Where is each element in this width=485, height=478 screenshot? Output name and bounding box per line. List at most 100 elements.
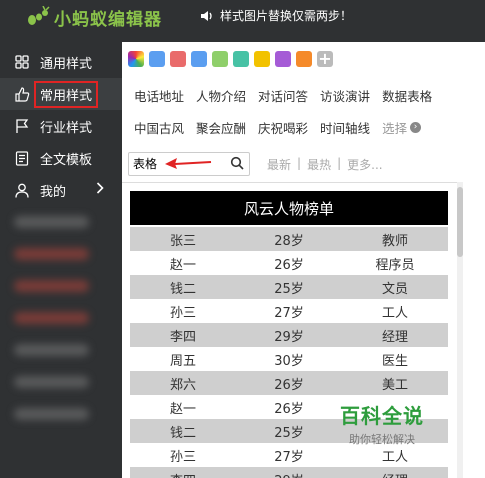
add-color-icon[interactable]: +: [317, 51, 333, 67]
blurred-item: [0, 206, 122, 238]
watermark-title: 百科全说: [340, 404, 424, 428]
table-cell: 钱二: [169, 425, 196, 441]
table-cell: 郑六: [169, 377, 196, 393]
select-more-button[interactable]: 选择 ›: [382, 118, 422, 137]
category-tabs-row-1: 电话地址 人物介绍 对话问答 访谈演讲 数据表格: [134, 86, 479, 105]
table-cell: 李四: [130, 470, 236, 478]
table-row: 张三 28岁 教师: [130, 227, 448, 251]
app-logo[interactable]: 小蚂蚁编辑器: [26, 5, 162, 30]
table-row: 李四 29岁 经理: [130, 323, 448, 347]
color-swatch[interactable]: [191, 51, 207, 67]
tab-category[interactable]: 电话地址: [134, 86, 184, 105]
color-picker-swatch[interactable]: [128, 51, 144, 67]
table-cell: 26岁: [274, 257, 304, 273]
color-swatch[interactable]: [254, 51, 270, 67]
flag-icon: [14, 118, 30, 134]
table-cell: 工人: [381, 305, 408, 321]
sidebar-item-label: 通用样式: [40, 56, 93, 72]
blurred-item: [0, 238, 122, 270]
tab-category[interactable]: 中国古风: [134, 118, 184, 137]
table-cell: 30岁: [274, 353, 304, 369]
table-cell: 25岁: [274, 425, 304, 441]
notice-banner[interactable]: 样式图片替换仅需两步！: [200, 7, 352, 24]
thumbs-up-icon: [14, 86, 30, 102]
table-cell: 25岁: [274, 281, 304, 297]
top-bar: 小蚂蚁编辑器 样式图片替换仅需两步！: [0, 0, 485, 33]
sidebar: 通用样式 常用样式 行业样式 全文模板 我的: [0, 46, 122, 430]
sidebar-item-label: 常用样式: [34, 80, 99, 108]
watermark: 百科全说 助你轻松解决: [340, 400, 424, 447]
document-icon: [14, 150, 30, 166]
table-row: 孙三 27岁 工人: [130, 299, 448, 323]
search-icon[interactable]: [230, 156, 244, 173]
table-cell: 孙三: [169, 305, 196, 321]
sidebar-item-industry-styles[interactable]: 行业样式: [0, 110, 122, 142]
tab-category[interactable]: 时间轴线: [320, 118, 370, 137]
table-cell: 美工: [381, 377, 408, 393]
tab-category[interactable]: 人物介绍: [196, 86, 246, 105]
sidebar-item-label: 全文模板: [40, 152, 93, 168]
blurred-item: [0, 366, 122, 398]
sort-hottest-link[interactable]: 最热: [307, 156, 331, 173]
table-cell: 李四: [169, 329, 196, 345]
tab-category[interactable]: 庆祝喝彩: [258, 118, 308, 137]
table-cell: 29岁: [274, 329, 304, 345]
arrow-circle-icon: ›: [410, 122, 422, 133]
speaker-icon: [201, 10, 212, 21]
table-row: 李四29岁经理: [130, 467, 448, 478]
sidebar-item-mine[interactable]: 我的: [0, 174, 122, 206]
table-cell: 程序员: [375, 257, 415, 273]
table-cell: 工人: [381, 449, 408, 465]
table-cell: 赵一: [169, 401, 196, 417]
blurred-item: [0, 302, 122, 334]
color-swatch[interactable]: [149, 51, 165, 67]
table-row: 赵一 26岁 程序员: [130, 251, 448, 275]
table-title: 风云人物榜单: [130, 191, 448, 225]
blurred-item: [0, 334, 122, 366]
color-swatch[interactable]: [296, 51, 312, 67]
category-tabs-row-2: 中国古风 聚会应酬 庆祝喝彩 时间轴线 选择 ›: [134, 118, 479, 137]
table-cell: 26岁: [274, 401, 304, 417]
table-cell: 经理: [342, 470, 448, 478]
blurred-item: [0, 270, 122, 302]
more-link[interactable]: 更多...: [347, 156, 382, 173]
table-row: 周五 30岁 医生: [130, 347, 448, 371]
tab-category[interactable]: 访谈演讲: [320, 86, 370, 105]
sidebar-item-common-styles[interactable]: 常用样式: [0, 78, 122, 110]
notice-text: 样式图片替换仅需两步！: [220, 9, 353, 23]
sidebar-item-general-styles[interactable]: 通用样式: [0, 46, 122, 78]
sort-newest-link[interactable]: 最新: [267, 156, 291, 173]
sidebar-item-full-templates[interactable]: 全文模板: [0, 142, 122, 174]
sort-links: 最新 | 最热 | 更多...: [267, 156, 383, 173]
color-swatch[interactable]: [275, 51, 291, 67]
table-row: 郑六 26岁 美工: [130, 371, 448, 395]
sidebar-item-label: 我的: [40, 184, 67, 200]
tab-category[interactable]: 对话问答: [258, 86, 308, 105]
preview-scrollbar-thumb[interactable]: [457, 187, 463, 257]
table-cell: 钱二: [169, 281, 196, 297]
tab-category[interactable]: 数据表格: [382, 86, 432, 105]
select-more-label: 选择: [382, 121, 408, 136]
logo-text: 小蚂蚁编辑器: [54, 9, 162, 30]
table-cell: 孙三: [169, 449, 196, 465]
table-cell: 文员: [381, 281, 408, 297]
sidebar-item-label: 行业样式: [40, 120, 93, 136]
watermark-subtitle: 助你轻松解决: [349, 433, 415, 446]
table-cell: 经理: [381, 329, 408, 345]
table-cell: 周五: [169, 353, 196, 369]
table-cell: 29岁: [236, 470, 342, 478]
table-cell: 医生: [381, 353, 408, 369]
table-cell: 张三: [169, 233, 196, 249]
color-swatch[interactable]: [212, 51, 228, 67]
editor-app: 小蚂蚁编辑器 样式图片替换仅需两步！ 通用样式 常用样式 行业样式 全文模板 我…: [0, 0, 485, 478]
user-icon: [14, 182, 30, 198]
color-swatch[interactable]: [170, 51, 186, 67]
color-swatch[interactable]: [233, 51, 249, 67]
table-cell: 26岁: [274, 377, 304, 393]
color-palette: +: [128, 51, 333, 67]
table-row: 钱二 25岁 文员: [130, 275, 448, 299]
ant-logo-icon: [28, 6, 50, 25]
table-cell: 赵一: [169, 257, 196, 273]
tab-category[interactable]: 聚会应酬: [196, 118, 246, 137]
blurred-item: [0, 398, 122, 430]
